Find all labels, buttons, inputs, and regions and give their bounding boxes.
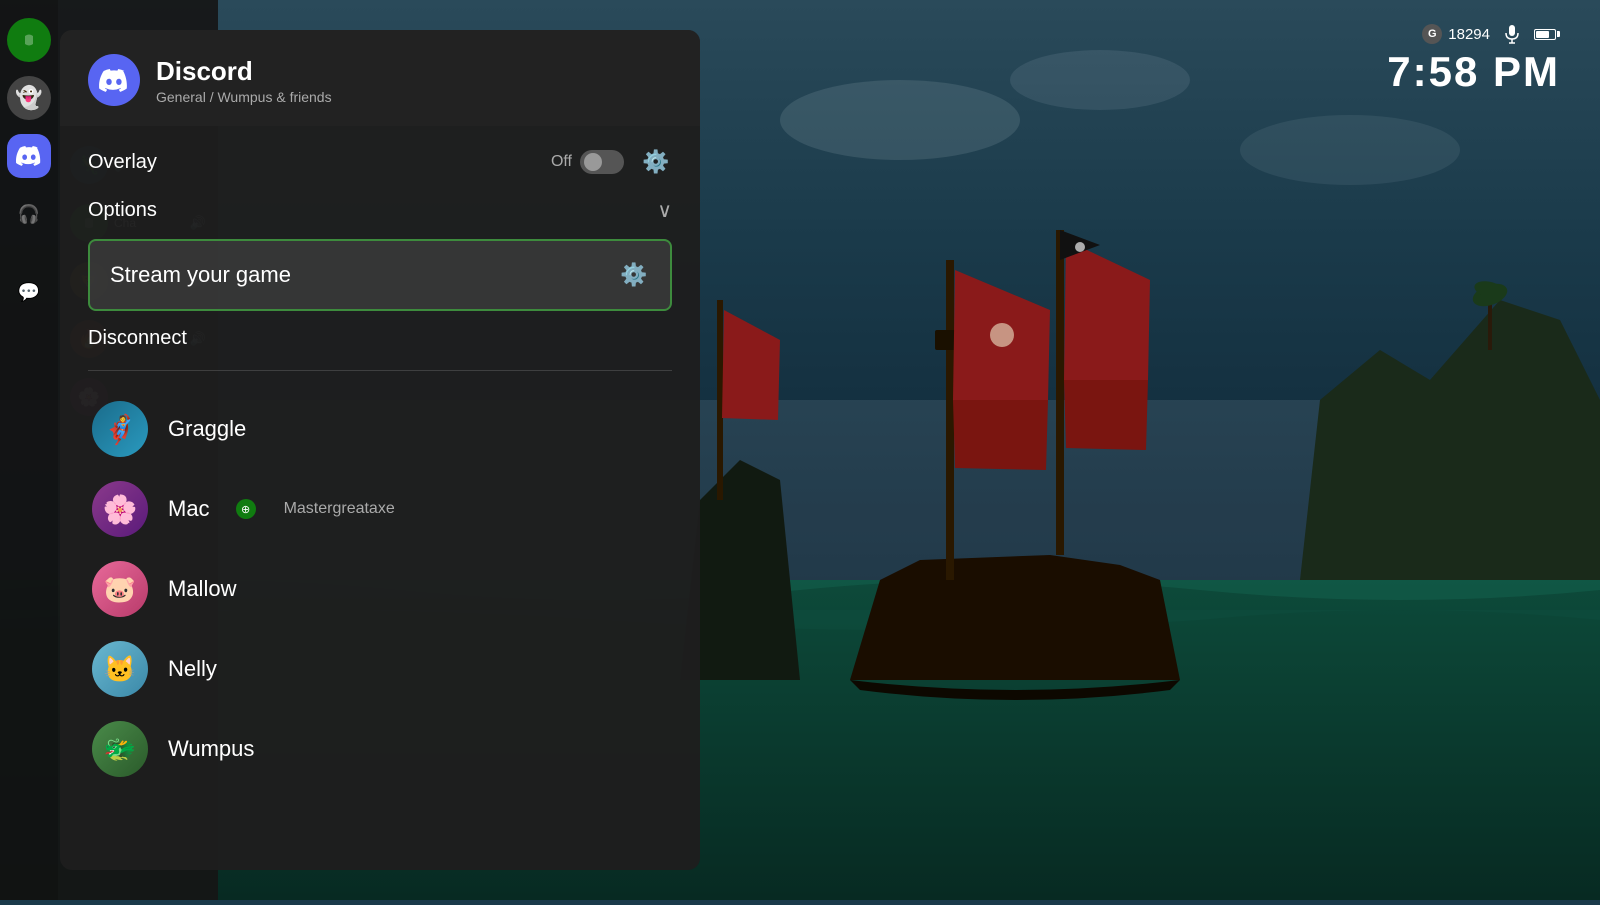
sidebar-icon-chat[interactable]: 💬 <box>7 270 51 314</box>
sidebar-icon-ghost[interactable]: 👻 <box>7 76 51 120</box>
discord-title-group: Discord General / Wumpus & friends <box>156 56 332 105</box>
discord-logo <box>88 54 140 106</box>
user-name-graggle: Graggle <box>168 416 246 442</box>
options-row[interactable]: Options ∨ <box>88 198 672 223</box>
xbox-icon-mac: ⊕ <box>236 499 256 519</box>
user-name-mac: Mac <box>168 496 210 522</box>
user-list: Graggle Mac ⊕ Mastergreataxe Mallow Nell… <box>88 391 672 787</box>
stream-game-label: Stream your game <box>110 262 291 288</box>
discord-panel: Discord General / Wumpus & friends Overl… <box>60 30 700 870</box>
currency-amount: 18294 <box>1448 26 1490 43</box>
user-item-mac[interactable]: Mac ⊕ Mastergreataxe <box>88 471 672 547</box>
user-avatar-nelly <box>92 641 148 697</box>
overlay-state: Off <box>551 153 572 171</box>
sidebar-icon-discord[interactable] <box>7 134 51 178</box>
hud-top-right: G 18294 7:58 PM <box>1387 24 1560 96</box>
options-label: Options <box>88 199 157 222</box>
sidebar-icon-xbox[interactable] <box>7 18 51 62</box>
hud-icons-row: G 18294 <box>1387 24 1560 44</box>
user-avatar-graggle <box>92 401 148 457</box>
user-item-wumpus[interactable]: Wumpus <box>88 711 672 787</box>
panel-divider <box>88 370 672 371</box>
user-item-graggle[interactable]: Graggle <box>88 391 672 467</box>
hud-battery <box>1534 29 1560 40</box>
hud-currency: G 18294 <box>1422 24 1490 44</box>
battery-icon <box>1534 29 1560 40</box>
hud-time: 7:58 PM <box>1387 48 1560 96</box>
user-avatar-mallow <box>92 561 148 617</box>
left-icon-panel: 👻 🎧 💬 <box>0 0 58 900</box>
chevron-down-icon[interactable]: ∨ <box>657 198 672 223</box>
stream-gear-icon[interactable]: ⚙️ <box>618 259 650 291</box>
overlay-gear-icon[interactable]: ⚙️ <box>640 146 672 178</box>
discord-header: Discord General / Wumpus & friends <box>60 30 700 126</box>
overlay-controls: Off ⚙️ <box>551 146 672 178</box>
user-gamertag-mac: Mastergreataxe <box>284 500 395 518</box>
user-avatar-wumpus <box>92 721 148 777</box>
disconnect-label: Disconnect <box>88 327 187 349</box>
hud-mic <box>1504 24 1520 44</box>
panel-content: Overlay Off ⚙️ Options ∨ Stream your gam… <box>60 126 700 807</box>
overlay-label: Overlay <box>88 151 157 174</box>
user-item-nelly[interactable]: Nelly <box>88 631 672 707</box>
disconnect-button[interactable]: Disconnect <box>88 327 672 350</box>
user-avatar-mac <box>92 481 148 537</box>
overlay-toggle-switch[interactable] <box>580 150 624 174</box>
discord-panel-title: Discord <box>156 56 332 87</box>
currency-icon: G <box>1422 24 1442 44</box>
user-name-wumpus: Wumpus <box>168 736 254 762</box>
user-name-nelly: Nelly <box>168 656 217 682</box>
overlay-row: Overlay Off ⚙️ <box>88 146 672 178</box>
overlay-toggle-container: Off <box>551 150 624 174</box>
sidebar-icon-headset[interactable]: 🎧 <box>7 192 51 236</box>
user-name-mallow: Mallow <box>168 576 236 602</box>
user-item-mallow[interactable]: Mallow <box>88 551 672 627</box>
stream-game-button[interactable]: Stream your game ⚙️ <box>88 239 672 311</box>
discord-panel-subtitle: General / Wumpus & friends <box>156 89 332 105</box>
